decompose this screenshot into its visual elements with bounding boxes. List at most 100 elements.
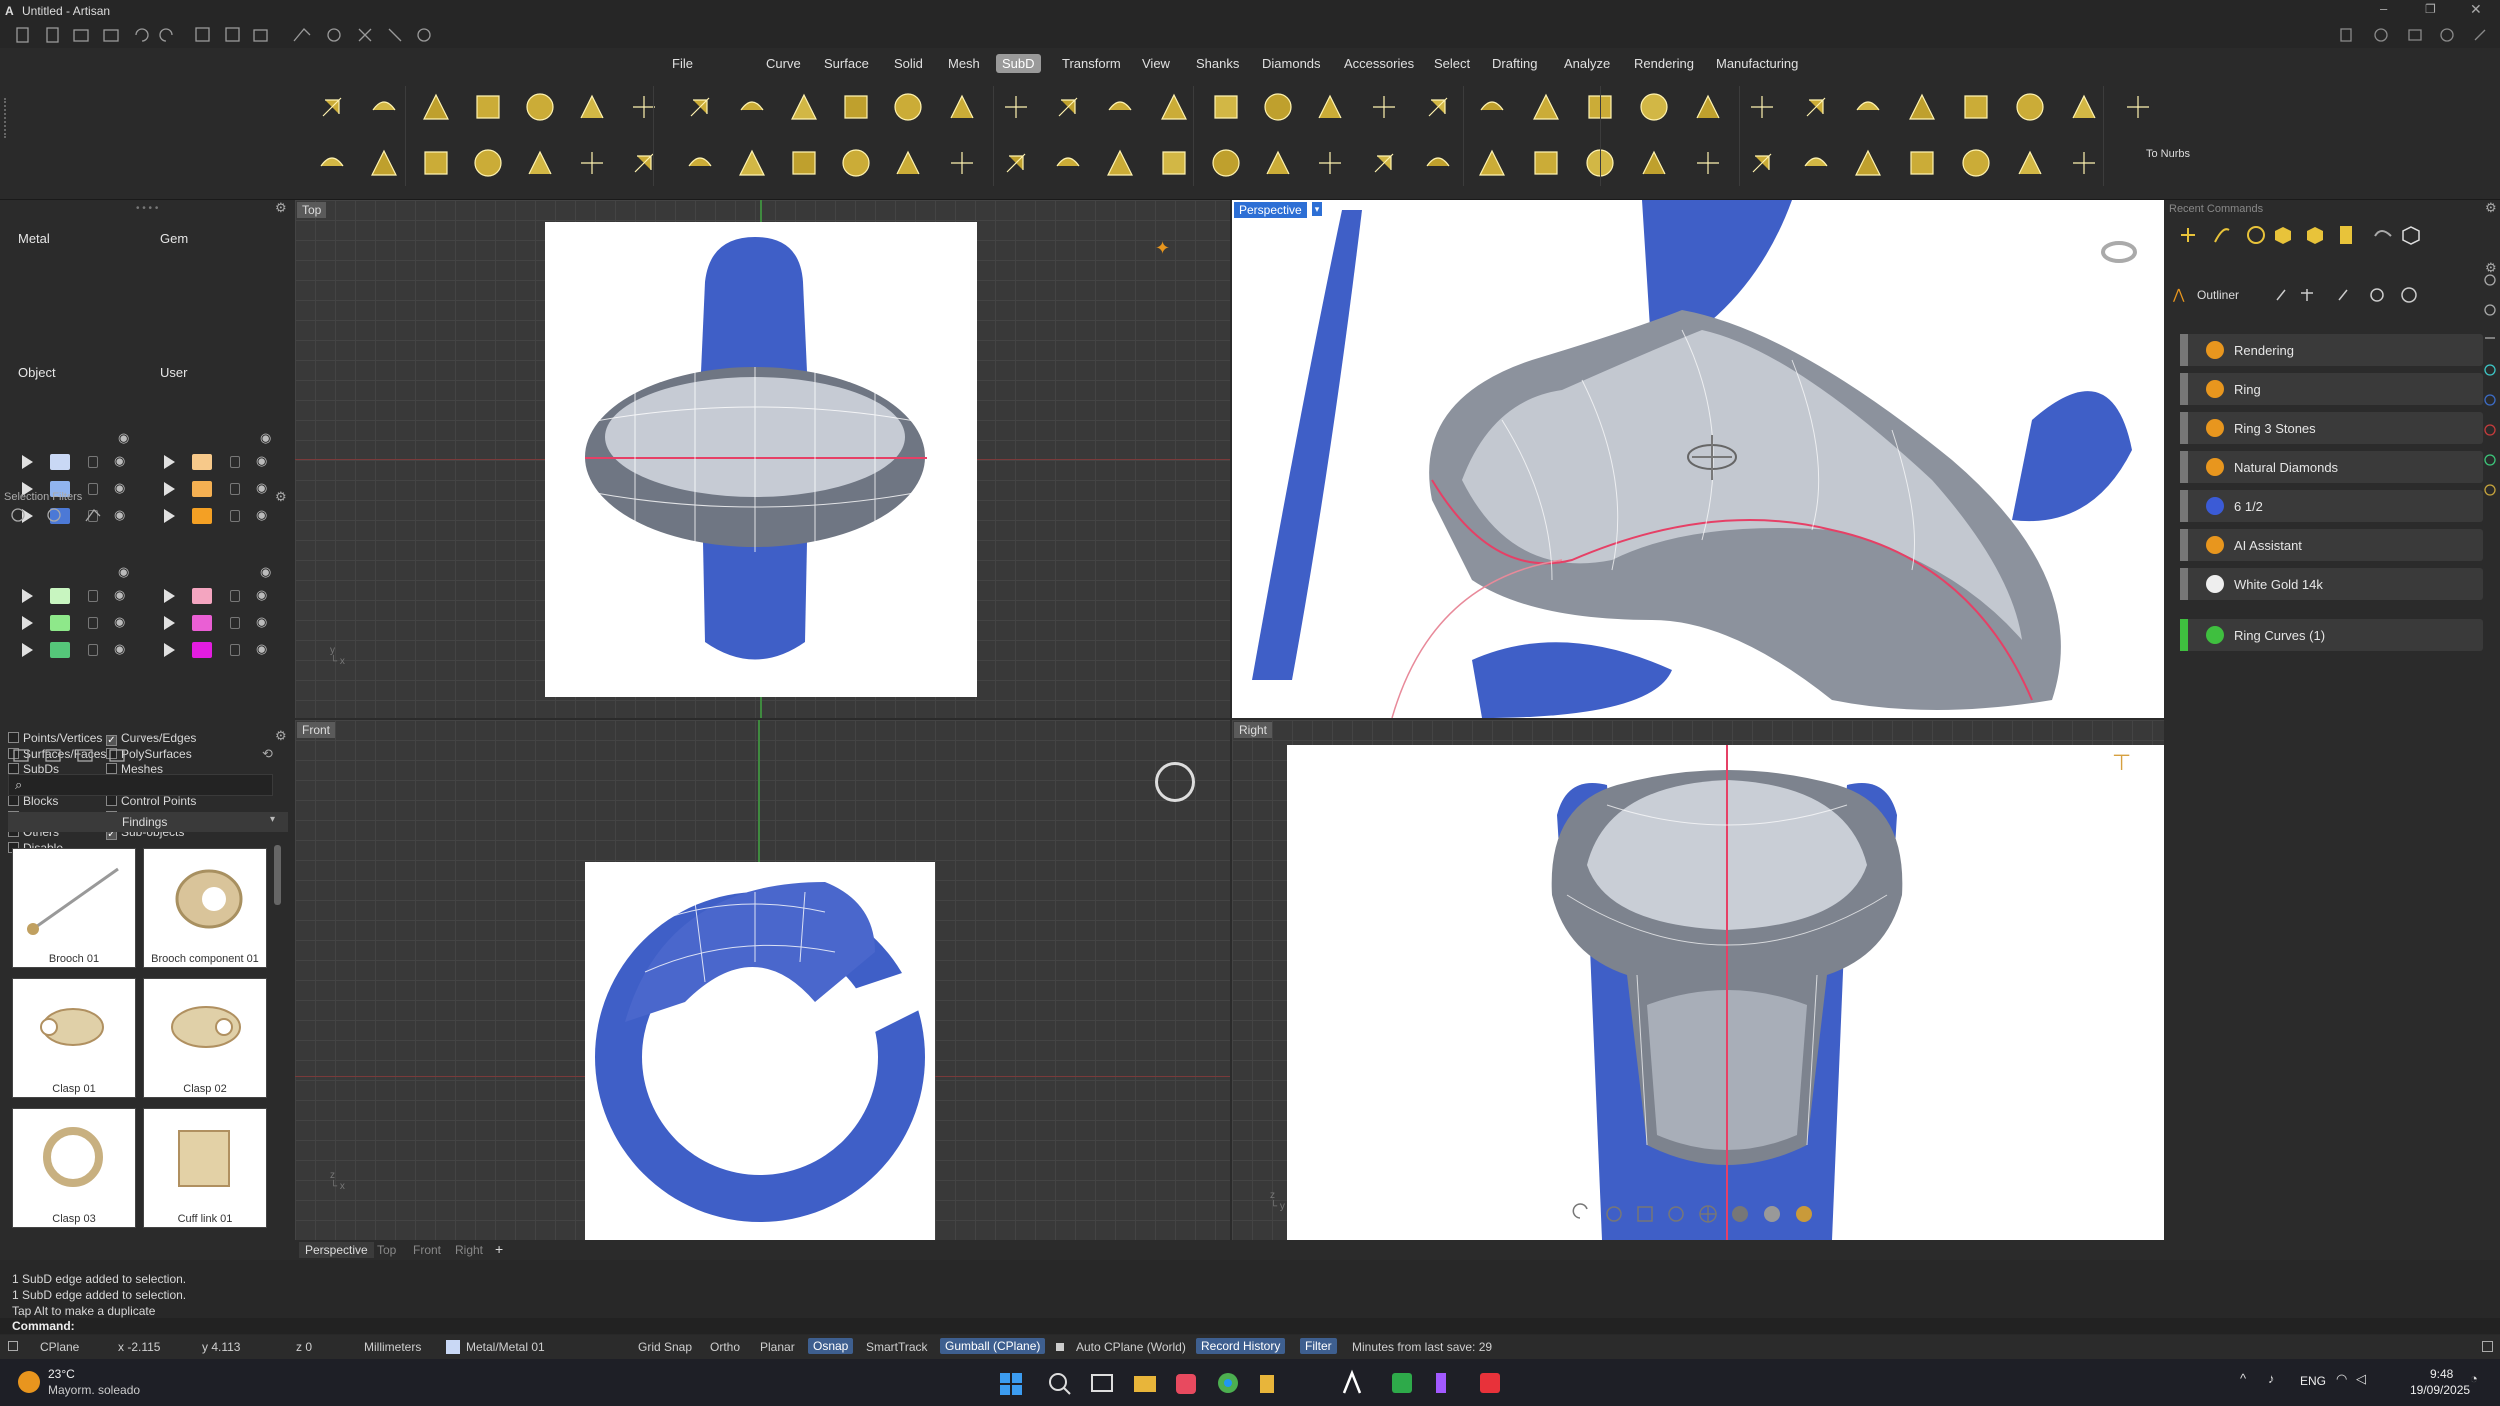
ribbon-tool-button[interactable] (1959, 90, 1993, 124)
ribbon-tool-button[interactable] (945, 146, 979, 180)
ribbon-tool-button[interactable] (2121, 90, 2155, 124)
ribbon-tool-button[interactable] (1157, 146, 1191, 180)
ribbon-tool-button[interactable] (1691, 146, 1725, 180)
ribbon-grip[interactable] (4, 98, 8, 138)
menu-mesh[interactable]: Mesh (942, 54, 986, 73)
ribbon-tool-button[interactable] (1905, 146, 1939, 180)
gear-icon[interactable]: ⚙ (275, 489, 287, 505)
status-gumball[interactable]: Gumball (CPlane) (940, 1338, 1046, 1354)
lock-icon[interactable] (88, 483, 98, 495)
play-icon[interactable] (164, 643, 175, 657)
panel-grip[interactable]: • • • • (136, 203, 158, 214)
checkbox[interactable]: ✓ (106, 735, 117, 746)
outliner-tool-icons[interactable] (2269, 285, 2479, 305)
chevron-down-icon[interactable]: ▾ (1312, 202, 1322, 216)
status-record-history[interactable]: Record History (1196, 1338, 1286, 1354)
status-layer[interactable]: Metal/Metal 01 (466, 1340, 545, 1354)
minimize-button[interactable]: – (2380, 1, 2387, 16)
outliner-item[interactable]: Natural Diamonds (2180, 451, 2483, 483)
weather-icon[interactable] (18, 1371, 40, 1393)
outliner-item[interactable]: Ring (2180, 373, 2483, 405)
viewport-perspective[interactable]: Perspective ▾ (1232, 200, 2164, 718)
ribbon-tool-button[interactable] (891, 146, 925, 180)
ribbon-tool-button[interactable] (575, 90, 609, 124)
eye-icon[interactable]: ◉ (260, 564, 271, 580)
viewport-tab-top[interactable]: Top (377, 1243, 396, 1257)
layer-color-swatch[interactable] (50, 615, 70, 631)
chevron-up-icon[interactable]: ^ (2240, 1371, 2246, 1386)
library-item[interactable]: Clasp 03 (12, 1108, 136, 1228)
status-grid-snap[interactable]: Grid Snap (638, 1340, 692, 1354)
ribbon-tool-button[interactable] (787, 90, 821, 124)
outliner-item[interactable]: Rendering (2180, 334, 2483, 366)
notification-bell-icon[interactable]: ◔ (2470, 1371, 2478, 1386)
panel-grip[interactable]: • • • • (136, 732, 158, 743)
maximize-button[interactable]: ❐ (2425, 2, 2436, 16)
lock-icon[interactable] (230, 483, 240, 495)
side-panel-tab-icons[interactable] (2480, 270, 2500, 600)
ribbon-tool-button[interactable] (1637, 90, 1671, 124)
layer-color-swatch[interactable] (192, 642, 212, 658)
eye-icon[interactable]: ◉ (118, 564, 129, 580)
outliner-item[interactable]: White Gold 14k (2180, 568, 2483, 600)
ribbon-tool-button[interactable] (1367, 146, 1401, 180)
status-smarttrack[interactable]: SmartTrack (866, 1340, 928, 1354)
ribbon-tool-button[interactable] (945, 90, 979, 124)
viewport-perspective-tab[interactable]: Perspective (1234, 202, 1307, 218)
library-item[interactable]: Brooch component 01 (143, 848, 267, 968)
library-item[interactable]: Brooch 01 (12, 848, 136, 968)
ribbon-tool-button[interactable] (1103, 146, 1137, 180)
viewport-right-tab[interactable]: Right (1234, 722, 1273, 738)
ribbon-tool-button[interactable] (419, 146, 453, 180)
language-indicator[interactable]: ENG (2300, 1374, 2326, 1388)
lock-icon[interactable] (88, 456, 98, 468)
ribbon-tool-button[interactable] (1799, 146, 1833, 180)
eye-icon[interactable]: ◉ (114, 641, 125, 657)
menu-file[interactable]: File (666, 54, 699, 73)
library-item[interactable]: Cuff link 01 (143, 1108, 267, 1228)
play-icon[interactable] (164, 589, 175, 603)
gear-icon[interactable]: ⚙ (275, 728, 287, 744)
menu-select[interactable]: Select (1428, 54, 1476, 73)
ribbon-tool-button[interactable] (1313, 90, 1347, 124)
menu-surface[interactable]: Surface (818, 54, 875, 73)
status-units[interactable]: Millimeters (364, 1340, 421, 1354)
ribbon-tool-button[interactable] (1051, 90, 1085, 124)
library-tool-icons[interactable] (12, 746, 142, 764)
viewport-nav-icons[interactable] (1572, 1202, 1812, 1226)
library-item[interactable]: Clasp 01 (12, 978, 136, 1098)
volume-icon[interactable]: ◁ (2356, 1371, 2366, 1387)
ribbon-tool-button[interactable] (1745, 146, 1779, 180)
ribbon-tool-button[interactable] (2067, 90, 2101, 124)
ribbon-tool-button[interactable] (1905, 90, 1939, 124)
lock-icon[interactable] (230, 644, 240, 656)
viewport-top[interactable]: Top ✦ y └ x (295, 200, 1230, 718)
ribbon-tool-button[interactable] (471, 90, 505, 124)
layer-color-swatch[interactable] (192, 481, 212, 497)
ribbon-tool-button[interactable] (1157, 90, 1191, 124)
menu-solid[interactable]: Solid (888, 54, 929, 73)
lock-icon[interactable] (88, 590, 98, 602)
lock-icon[interactable] (88, 644, 98, 656)
ribbon-tool-button[interactable] (1261, 146, 1295, 180)
viewport-top-tab[interactable]: Top (297, 202, 327, 218)
ribbon-tool-button[interactable] (1313, 146, 1347, 180)
lock-icon[interactable] (230, 456, 240, 468)
play-icon[interactable] (22, 643, 33, 657)
viewport-tab-front[interactable]: Front (413, 1243, 441, 1257)
ribbon-tool-button[interactable] (2013, 146, 2047, 180)
play-icon[interactable] (164, 509, 175, 523)
status-osnap[interactable]: Osnap (808, 1338, 854, 1354)
ribbon-tool-button[interactable] (1637, 146, 1671, 180)
layer-color-swatch[interactable] (50, 642, 70, 658)
wifi-icon[interactable]: ◠ (2336, 1371, 2347, 1387)
ribbon-tool-button[interactable] (891, 90, 925, 124)
outliner-item[interactable]: 6 1/2 (2180, 490, 2483, 522)
ribbon-tool-button[interactable] (1529, 146, 1563, 180)
viewport-tab-right[interactable]: Right (455, 1243, 483, 1257)
layer-color-swatch[interactable] (192, 615, 212, 631)
play-icon[interactable] (164, 616, 175, 630)
status-planar[interactable]: Planar (760, 1340, 795, 1354)
ribbon-tool-button[interactable] (1421, 90, 1455, 124)
library-search-input[interactable]: ⌕ (8, 774, 273, 796)
